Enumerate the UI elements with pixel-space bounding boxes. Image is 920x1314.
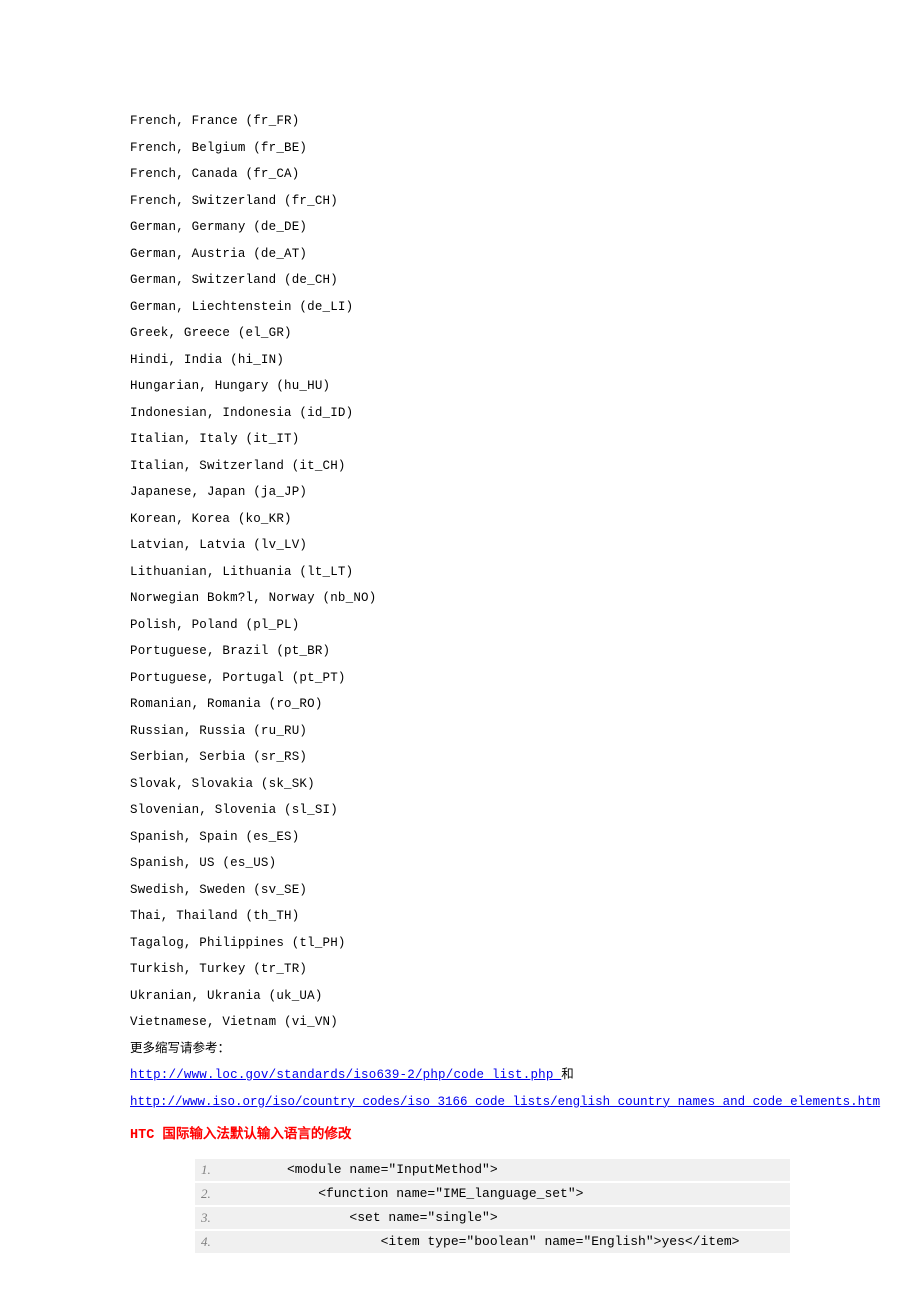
locale-item: Slovak, Slovakia (sk_SK) [130, 778, 790, 791]
code-line-number: 3. [195, 1207, 287, 1229]
locale-item: German, Switzerland (de_CH) [130, 274, 790, 287]
code-line: 2. <function name="IME_language_set"> [195, 1183, 790, 1207]
code-line: 1.<module name="InputMethod"> [195, 1159, 790, 1183]
locale-item: Lithuanian, Lithuania (lt_LT) [130, 566, 790, 579]
locale-item: Vietnamese, Vietnam (vi_VN) [130, 1016, 790, 1029]
link-line-1: http://www.loc.gov/standards/iso639-2/ph… [130, 1069, 790, 1082]
locale-list: French, France (fr_FR) French, Belgium (f… [130, 115, 790, 1029]
locale-item: Spanish, US (es_US) [130, 857, 790, 870]
locale-item: Korean, Korea (ko_KR) [130, 513, 790, 526]
locale-item: Greek, Greece (el_GR) [130, 327, 790, 340]
link1-suffix: 和 [561, 1068, 574, 1082]
code-line: 4. <item type="boolean" name="English">y… [195, 1231, 790, 1255]
locale-item: Turkish, Turkey (tr_TR) [130, 963, 790, 976]
locale-item: Ukranian, Ukrania (uk_UA) [130, 990, 790, 1003]
iso3166-link[interactable]: http://www.iso.org/iso/country_codes/iso… [130, 1096, 790, 1109]
locale-item: Hungarian, Hungary (hu_HU) [130, 380, 790, 393]
code-line-number: 4. [195, 1231, 287, 1253]
code-line-number: 2. [195, 1183, 287, 1205]
locale-item: Japanese, Japan (ja_JP) [130, 486, 790, 499]
locale-item: French, Belgium (fr_BE) [130, 142, 790, 155]
locale-item: Tagalog, Philippines (tl_PH) [130, 937, 790, 950]
locale-item: French, Switzerland (fr_CH) [130, 195, 790, 208]
locale-item: Latvian, Latvia (lv_LV) [130, 539, 790, 552]
code-block: 1.<module name="InputMethod">2. <functio… [195, 1159, 790, 1255]
locale-item: Serbian, Serbia (sr_RS) [130, 751, 790, 764]
locale-item: Thai, Thailand (th_TH) [130, 910, 790, 923]
locale-item: Slovenian, Slovenia (sl_SI) [130, 804, 790, 817]
locale-item: German, Germany (de_DE) [130, 221, 790, 234]
locale-item: Italian, Switzerland (it_CH) [130, 460, 790, 473]
more-reference-text: 更多缩写请参考： [130, 1043, 790, 1056]
locale-item: Russian, Russia (ru_RU) [130, 725, 790, 738]
locale-item: Italian, Italy (it_IT) [130, 433, 790, 446]
locale-item: Spanish, Spain (es_ES) [130, 831, 790, 844]
locale-item: German, Liechtenstein (de_LI) [130, 301, 790, 314]
locale-item: Norwegian Bokm?l, Norway (nb_NO) [130, 592, 790, 605]
code-line-number: 1. [195, 1159, 287, 1181]
code-line-content: <module name="InputMethod"> [287, 1159, 498, 1181]
locale-item: Portuguese, Portugal (pt_PT) [130, 672, 790, 685]
locale-item: Polish, Poland (pl_PL) [130, 619, 790, 632]
section-heading: HTC 国际输入法默认输入语言的修改 [130, 1122, 790, 1143]
code-line-content: <set name="single"> [287, 1207, 498, 1229]
code-line-content: <item type="boolean" name="English">yes<… [287, 1231, 739, 1253]
locale-item: French, Canada (fr_CA) [130, 168, 790, 181]
iso639-link[interactable]: http://www.loc.gov/standards/iso639-2/ph… [130, 1068, 561, 1082]
locale-item: Portuguese, Brazil (pt_BR) [130, 645, 790, 658]
code-line-content: <function name="IME_language_set"> [287, 1183, 583, 1205]
locale-item: Hindi, India (hi_IN) [130, 354, 790, 367]
locale-item: German, Austria (de_AT) [130, 248, 790, 261]
locale-item: Romanian, Romania (ro_RO) [130, 698, 790, 711]
code-line: 3. <set name="single"> [195, 1207, 790, 1231]
locale-item: Indonesian, Indonesia (id_ID) [130, 407, 790, 420]
locale-item: French, France (fr_FR) [130, 115, 790, 128]
locale-item: Swedish, Sweden (sv_SE) [130, 884, 790, 897]
document-page: French, France (fr_FR) French, Belgium (f… [0, 0, 920, 1314]
